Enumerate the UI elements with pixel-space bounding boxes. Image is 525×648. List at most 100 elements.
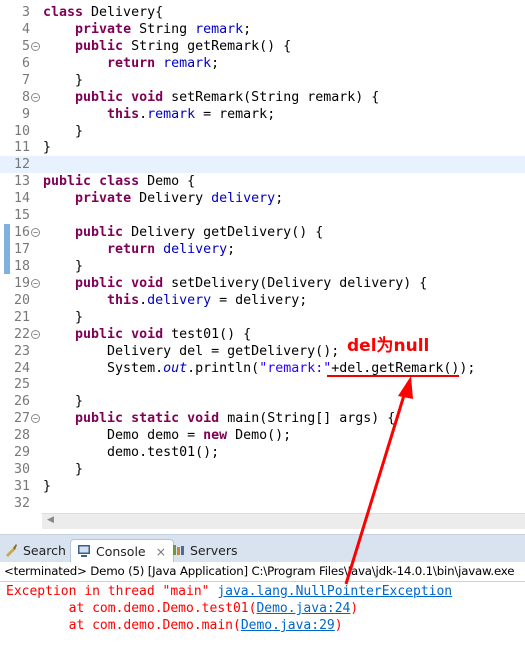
tab-search[interactable]: Search — [4, 539, 66, 563]
code-token: test01() { — [163, 326, 252, 342]
console-icon — [78, 545, 90, 557]
fold-toggle-icon[interactable]: − — [31, 278, 40, 288]
close-icon[interactable]: ⨯ — [156, 544, 166, 559]
code-line[interactable]: 4 private String remark; — [0, 21, 525, 38]
code-token: Delivery del = getDelivery(); — [43, 343, 340, 359]
scroll-left-icon[interactable]: ◀ — [47, 515, 54, 525]
code-line[interactable]: 22− public void test01() { — [0, 326, 525, 343]
fold-toggle-icon[interactable]: − — [31, 41, 40, 51]
code-token: void — [131, 275, 164, 291]
code-line[interactable]: 20 this.delivery = delivery; — [0, 292, 525, 309]
code-token: Delivery{ — [83, 5, 164, 20]
code-line[interactable]: 7 } — [0, 72, 525, 89]
error-text: at com.demo.Demo.main( — [6, 618, 241, 633]
code-text: private String remark; — [43, 21, 251, 38]
code-token: class — [43, 5, 84, 20]
line-number: 16 — [13, 225, 30, 241]
servers-icon — [173, 545, 184, 555]
code-token: delivery — [211, 191, 276, 207]
code-token: out — [163, 360, 188, 376]
code-editor[interactable]: 3 class Delivery{4 private String remark;… — [0, 0, 525, 530]
code-text: Demo demo = new Demo(); — [43, 427, 291, 444]
code-token: public — [75, 38, 124, 54]
line-number: 9 — [21, 106, 30, 122]
code-token: return — [107, 55, 156, 71]
code-line[interactable]: 9 this.remark = remark; — [0, 106, 525, 123]
fold-toggle-icon[interactable]: − — [31, 92, 40, 102]
code-token: public — [75, 326, 124, 342]
line-number: 3 — [21, 5, 30, 20]
code-line[interactable]: 13 public class Demo { — [0, 173, 525, 190]
code-line[interactable]: 25 — [0, 376, 525, 393]
fold-toggle-icon[interactable]: − — [31, 329, 40, 339]
code-text: public String getRemark() { — [43, 38, 291, 55]
code-token: delivery — [147, 292, 212, 308]
line-number: 19 — [13, 275, 30, 291]
exception-link[interactable]: java.lang.NullPointerException — [217, 584, 452, 599]
code-line[interactable]: 31} — [0, 478, 525, 495]
code-line[interactable]: 11} — [0, 139, 525, 156]
code-line[interactable]: 10 } — [0, 123, 525, 140]
code-line[interactable]: 18 } — [0, 258, 525, 275]
code-line[interactable]: 27− public static void main(String[] arg… — [0, 410, 525, 427]
annotation-label: del为null — [347, 336, 430, 356]
code-line[interactable]: 17 return delivery; — [0, 241, 525, 258]
view-tab-bar: Search Console ⨯ Servers — [0, 534, 525, 564]
code-line[interactable]: 19− public void setDelivery(Delivery del… — [0, 275, 525, 292]
fold-toggle-icon[interactable]: − — [31, 228, 40, 238]
code-text: } — [43, 461, 83, 478]
code-line[interactable]: 12 — [0, 156, 525, 174]
code-line[interactable]: 6 return remark; — [0, 55, 525, 72]
code-line[interactable]: 8− public void setRemark(String remark) … — [0, 89, 525, 106]
line-number: 5 — [21, 38, 30, 54]
code-line[interactable]: 23 Delivery del = getDelivery(); — [0, 343, 525, 360]
line-number: 21 — [13, 309, 30, 325]
code-token: void — [131, 89, 164, 105]
code-token: System. — [43, 360, 164, 376]
code-line[interactable]: 21 } — [0, 309, 525, 326]
code-text: public static void main(String[] args) { — [43, 410, 395, 427]
code-token: ; — [211, 55, 220, 71]
code-token: +del.getRemark()); — [331, 360, 476, 376]
divider — [0, 581, 525, 582]
code-token: Demo { — [139, 174, 196, 190]
fold-toggle-icon[interactable]: − — [31, 414, 40, 424]
code-token: delivery — [163, 242, 228, 258]
console-output[interactable]: <terminated> Demo (5) [Java Application]… — [0, 562, 525, 648]
code-token: setDelivery(Delivery delivery) { — [163, 275, 428, 291]
code-token: public — [75, 89, 124, 105]
code-line[interactable]: 29 demo.test01(); — [0, 444, 525, 461]
code-token: } — [43, 394, 84, 410]
code-text: } — [43, 258, 83, 275]
code-line[interactable]: 24 System.out.println("remark:"+del.getR… — [0, 360, 525, 377]
code-token: } — [43, 140, 52, 156]
code-line[interactable]: 32 — [0, 495, 525, 512]
code-line[interactable]: 15 — [0, 207, 525, 224]
code-line[interactable]: 5− public String getRemark() { — [0, 38, 525, 55]
code-token: remark — [195, 21, 244, 37]
code-token: public — [75, 411, 124, 427]
code-line[interactable]: 16− public Delivery getDelivery() { — [0, 224, 525, 241]
source-link[interactable]: Demo.java:24 — [256, 601, 350, 616]
code-text: return delivery; — [43, 241, 235, 258]
tab-console[interactable]: Console ⨯ — [70, 539, 174, 564]
code-line[interactable]: 3 class Delivery{ — [0, 4, 525, 21]
source-link[interactable]: Demo.java:29 — [241, 618, 335, 633]
code-line[interactable]: 26 } — [0, 393, 525, 410]
code-line[interactable]: 28 Demo demo = new Demo(); — [0, 427, 525, 444]
code-line[interactable]: 14 private Delivery delivery; — [0, 190, 525, 207]
code-token: remark — [163, 55, 212, 71]
horizontal-scrollbar[interactable]: ◀ — [42, 513, 525, 529]
code-line[interactable]: 30 } — [0, 461, 525, 478]
error-text: ) — [350, 601, 359, 616]
line-number: 10 — [13, 123, 30, 139]
tab-servers[interactable]: Servers — [171, 539, 238, 563]
